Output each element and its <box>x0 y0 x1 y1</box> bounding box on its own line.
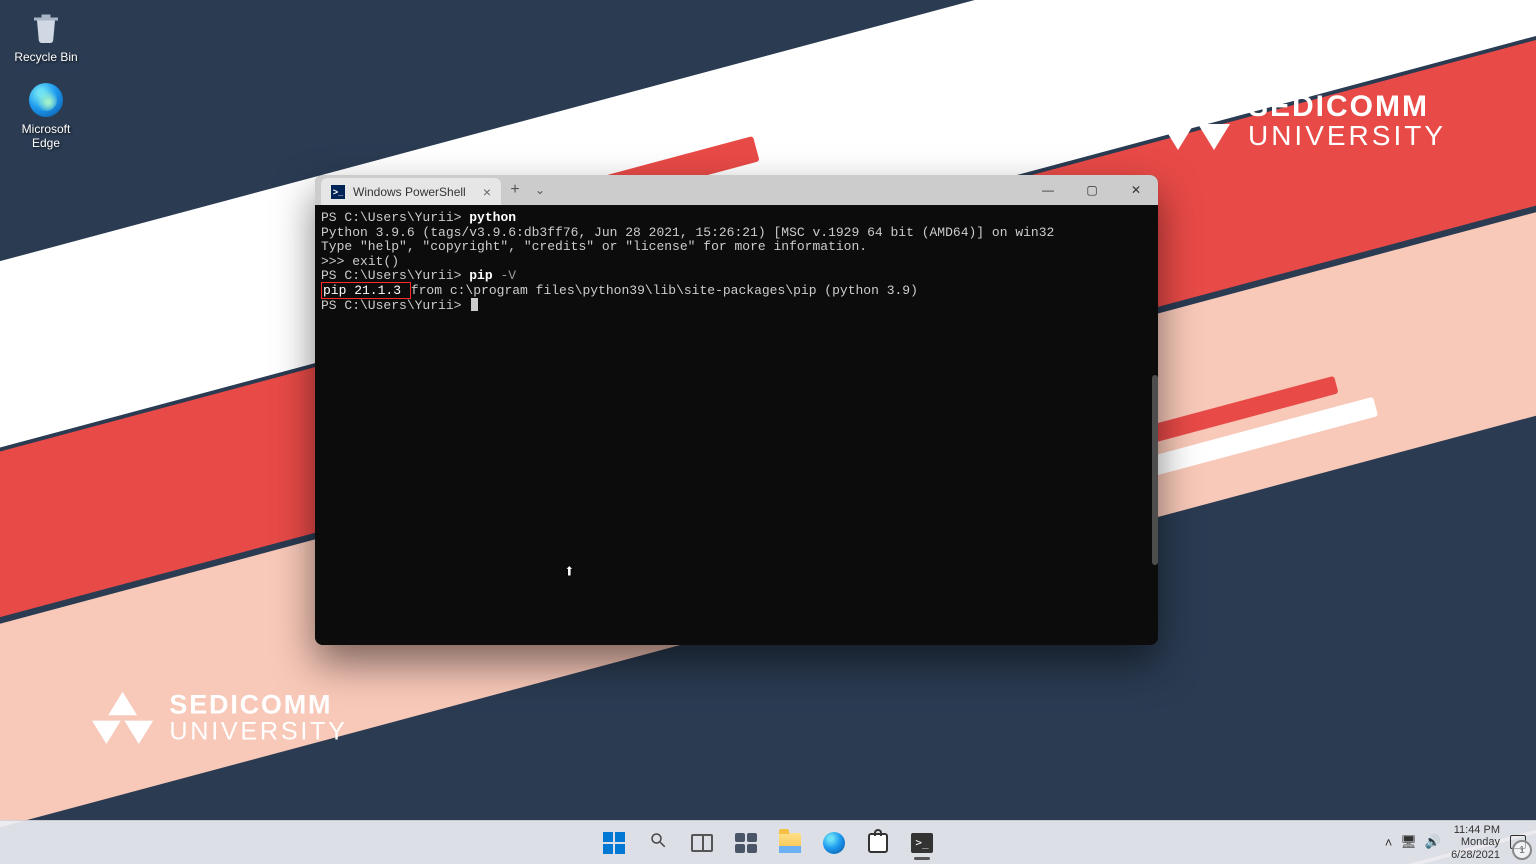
logo-line1: SEDICOMM <box>169 692 347 719</box>
scrollbar-thumb[interactable] <box>1152 375 1158 565</box>
taskbar-widgets[interactable] <box>727 824 765 862</box>
mouse-pointer-icon: ⬆ <box>564 566 575 581</box>
terminal-command-arg: -V <box>493 268 516 283</box>
ps-prompt-suffix: > <box>454 298 470 313</box>
tray-overflow-button[interactable]: ˄ <box>1385 835 1393 850</box>
taskbar-edge[interactable] <box>815 824 853 862</box>
corner-badge-count: 1 <box>1519 845 1525 856</box>
terminal-window[interactable]: >_ Windows PowerShell × + ⌄ — ▢ ✕ PS C:\… <box>315 175 1158 645</box>
tab-close-button[interactable]: × <box>483 185 491 199</box>
terminal-command: exit() <box>352 254 399 269</box>
file-explorer-icon <box>779 833 801 853</box>
new-tab-button[interactable]: + <box>501 175 529 205</box>
tray-volume-icon[interactable]: 🔊 <box>1425 834 1441 850</box>
terminal-body[interactable]: PS C:\Users\Yurii> python Python 3.9.6 (… <box>315 205 1158 645</box>
desktop-icon-label: Microsoft Edge <box>8 122 84 150</box>
desktop-icon-recycle-bin[interactable]: Recycle Bin <box>8 8 84 64</box>
ps-prompt-path: C:\Users\Yurii <box>344 268 453 283</box>
terminal-output: from c:\program files\python39\lib\site-… <box>411 283 918 298</box>
tab-title: Windows PowerShell <box>353 185 466 199</box>
taskbar-clock[interactable]: 11:44 PM Monday 6/28/2021 <box>1451 824 1500 862</box>
desktop-icon-edge[interactable]: Microsoft Edge <box>8 80 84 150</box>
window-controls: — ▢ ✕ <box>1026 175 1158 205</box>
wallpaper-logo: SEDICOMM UNIVERSITY <box>1162 92 1446 150</box>
terminal-output: Python 3.9.6 (tags/v3.9.6:db3ff76, Jun 2… <box>321 225 1054 240</box>
edge-icon <box>26 80 66 120</box>
logo-line2: UNIVERSITY <box>169 719 347 744</box>
tab-powershell[interactable]: >_ Windows PowerShell × <box>321 178 501 205</box>
search-icon <box>649 831 667 854</box>
desktop-icon-label: Recycle Bin <box>8 50 84 64</box>
titlebar[interactable]: >_ Windows PowerShell × + ⌄ — ▢ ✕ <box>315 175 1158 205</box>
terminal-command: pip <box>469 268 492 283</box>
windows-logo-icon <box>603 832 625 854</box>
logo-mark <box>92 692 153 744</box>
terminal-output: Type "help", "copyright", "credits" or "… <box>321 239 867 254</box>
desktop: SEDICOMM UNIVERSITY SEDICOMM UNIVERSITY … <box>0 0 1536 864</box>
taskbar[interactable]: >_ ˄ 🖥 🔊 11:44 PM Monday 6/28/2021 1 <box>0 820 1536 864</box>
taskbar-task-view[interactable] <box>683 824 721 862</box>
terminal-command: python <box>469 210 516 225</box>
terminal-cursor <box>471 298 478 311</box>
maximize-button[interactable]: ▢ <box>1070 175 1114 205</box>
logo-line2: UNIVERSITY <box>1248 122 1446 150</box>
logo-mark <box>1162 92 1230 150</box>
ps-prompt-prefix: PS <box>321 210 344 225</box>
ps-prompt-prefix: PS <box>321 298 344 313</box>
ps-prompt-prefix: PS <box>321 268 344 283</box>
minimize-button[interactable]: — <box>1026 175 1070 205</box>
powershell-icon: >_ <box>331 185 345 199</box>
recycle-bin-icon <box>26 8 66 48</box>
ps-prompt-path: C:\Users\Yurii <box>344 210 453 225</box>
terminal-icon: >_ <box>911 833 933 853</box>
ps-prompt-suffix: > <box>454 210 470 225</box>
taskbar-search[interactable] <box>639 824 677 862</box>
start-button[interactable] <box>595 824 633 862</box>
corner-badge[interactable]: 1 <box>1512 840 1532 860</box>
taskbar-terminal[interactable]: >_ <box>903 824 941 862</box>
logo-line1: SEDICOMM <box>1248 92 1446 122</box>
edge-icon <box>823 832 845 854</box>
widgets-icon <box>735 833 757 853</box>
ps-prompt-suffix: > <box>454 268 470 283</box>
close-button[interactable]: ✕ <box>1114 175 1158 205</box>
task-view-icon <box>691 834 713 852</box>
python-prompt: >>> <box>321 254 352 269</box>
clock-day: Monday <box>1451 836 1500 849</box>
taskbar-center: >_ <box>595 824 941 862</box>
ps-prompt-path: C:\Users\Yurii <box>344 298 453 313</box>
highlighted-output: pip 21.1.3 <box>321 282 411 299</box>
store-icon <box>868 833 888 853</box>
clock-date: 6/28/2021 <box>1451 849 1500 862</box>
taskbar-file-explorer[interactable] <box>771 824 809 862</box>
tab-dropdown-button[interactable]: ⌄ <box>529 175 551 205</box>
taskbar-store[interactable] <box>859 824 897 862</box>
tray-network-icon[interactable]: 🖥 <box>1400 834 1417 850</box>
wallpaper-logo: SEDICOMM UNIVERSITY <box>92 692 348 744</box>
clock-time: 11:44 PM <box>1451 824 1500 837</box>
